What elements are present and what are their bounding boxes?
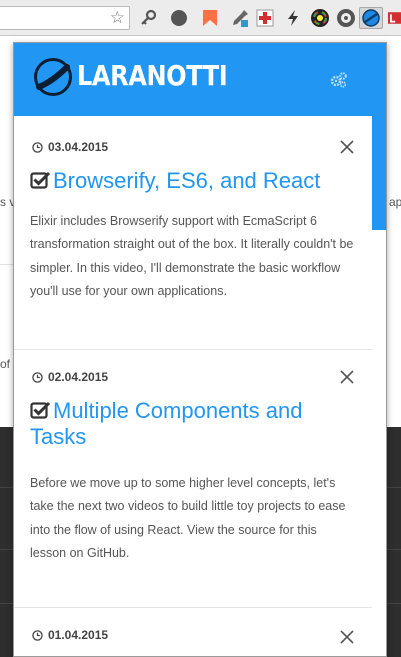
- color-dots-icon[interactable]: [336, 8, 356, 28]
- item-description: Elixir includes Browserify support with …: [30, 214, 354, 299]
- brand-title: LARANOTTI: [77, 59, 228, 92]
- extension-popup: LARANOTTI 03.04.2015 Browserify, ES6, an…: [13, 42, 387, 657]
- color-wheel-icon[interactable]: [310, 8, 330, 28]
- close-icon[interactable]: [340, 140, 354, 154]
- popup-header: LARANOTTI: [14, 43, 386, 116]
- clock-icon: [32, 371, 43, 383]
- list-item: 01.04.2015: [14, 608, 372, 656]
- browser-toolbar: ☆: [0, 0, 401, 36]
- bg-text-fragment: ap: [389, 195, 401, 209]
- puzzle-cross-icon[interactable]: [255, 8, 275, 28]
- address-bar[interactable]: ☆: [0, 6, 130, 30]
- red-ext-icon[interactable]: [388, 8, 401, 28]
- key-icon[interactable]: [139, 8, 159, 28]
- laranotti-icon[interactable]: [359, 7, 383, 29]
- scrollbar-thumb[interactable]: [372, 116, 386, 230]
- list-item: 02.04.2015 Multiple Components and Tasks…: [14, 350, 372, 608]
- bookmark-icon[interactable]: [200, 8, 220, 28]
- item-title-link[interactable]: Multiple Components and Tasks: [30, 398, 350, 450]
- divider: [0, 264, 14, 265]
- bookmark-star-icon[interactable]: ☆: [110, 8, 125, 28]
- list-item: 03.04.2015 Browserify, ES6, and React El…: [14, 116, 372, 350]
- item-description: Before we move up to some higher level c…: [30, 476, 346, 561]
- checkbox-checked-icon: [30, 171, 50, 189]
- bolt-icon[interactable]: [283, 8, 303, 28]
- laranotti-logo-icon: [34, 58, 72, 96]
- items-list[interactable]: 03.04.2015 Browserify, ES6, and React El…: [14, 116, 386, 656]
- dropper-icon[interactable]: [230, 8, 250, 28]
- item-date: 03.04.2015: [32, 140, 108, 154]
- checkbox-checked-icon: [30, 401, 50, 419]
- clock-icon: [32, 141, 43, 153]
- close-icon[interactable]: [340, 370, 354, 384]
- settings-cogs-icon[interactable]: [330, 72, 348, 88]
- item-title-link[interactable]: Browserify, ES6, and React: [30, 168, 350, 194]
- clock-icon: [32, 629, 43, 641]
- item-date: 02.04.2015: [32, 370, 108, 384]
- close-icon[interactable]: [340, 630, 354, 644]
- bg-text-fragment: of: [0, 357, 11, 371]
- item-date: 01.04.2015: [32, 628, 108, 642]
- circle-icon[interactable]: [169, 8, 189, 28]
